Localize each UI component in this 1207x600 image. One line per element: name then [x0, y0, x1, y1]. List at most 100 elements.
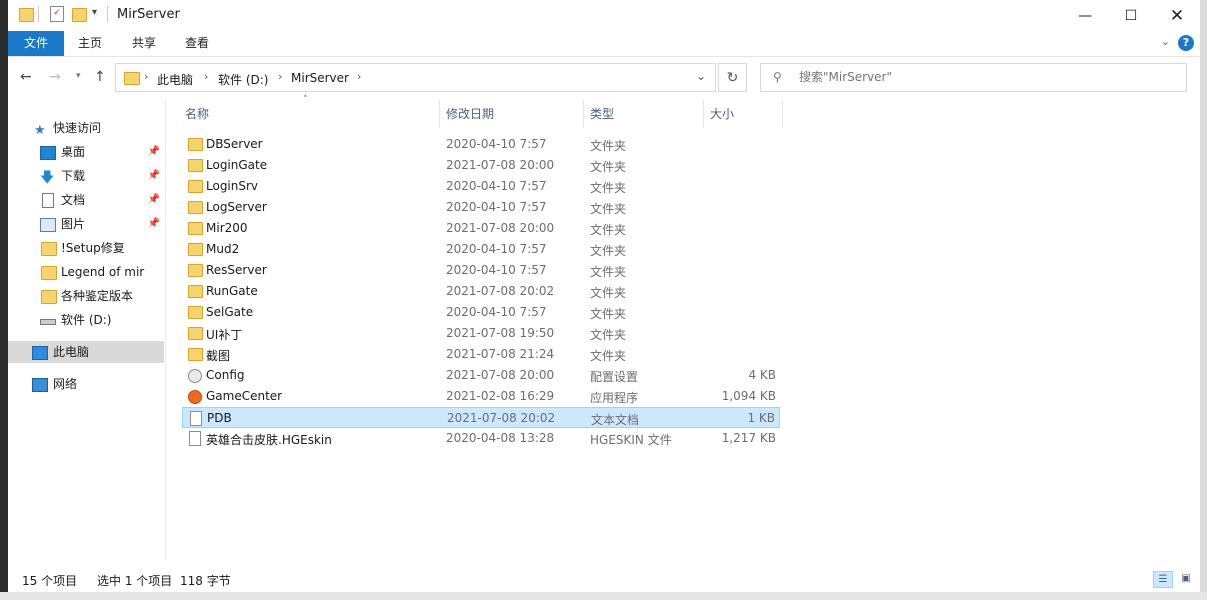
file-row[interactable]: Config 2021-07-08 20:00 配置设置 4 KB	[182, 365, 780, 386]
file-type: 配置设置	[590, 370, 639, 384]
file-row[interactable]: 英雄合击皮肤.HGEskin 2020-04-08 13:28 HGESKIN 文件…	[182, 428, 780, 449]
file-date: 2020-04-10 7:57	[446, 137, 547, 151]
folder-icon	[188, 348, 203, 361]
desktop-background-left	[0, 0, 8, 600]
file-row[interactable]: Mir200 2021-07-08 20:00 文件夹	[182, 218, 780, 239]
file-row[interactable]: Mud2 2020-04-10 7:57 文件夹	[182, 239, 780, 260]
file-type: 文件夹	[590, 265, 627, 279]
pin-icon[interactable]: 📌	[148, 213, 160, 235]
file-date: 2021-07-08 20:02	[447, 411, 556, 425]
file-row[interactable]: RunGate 2021-07-08 20:02 文件夹	[182, 281, 780, 302]
sidebar-item-setup[interactable]: !Setup修复	[8, 237, 164, 259]
chevron-right-icon[interactable]: ›	[357, 70, 361, 83]
pin-icon[interactable]: 📌	[148, 141, 160, 163]
sidebar-item-network[interactable]: 网络	[8, 373, 164, 395]
file-type: 文本文档	[591, 413, 640, 427]
refresh-button[interactable]: ↻	[718, 63, 747, 92]
sidebar-item-desktop[interactable]: 桌面 📌	[8, 141, 164, 163]
file-icon	[189, 431, 201, 446]
details-view-button[interactable]: ☰	[1153, 571, 1173, 588]
file-name: LoginGate	[206, 158, 268, 172]
column-header-date[interactable]: 修改日期	[446, 100, 494, 128]
desktop-background-right	[1200, 0, 1207, 600]
column-divider[interactable]	[583, 100, 584, 128]
sidebar-item-drive-d[interactable]: 软件 (D:)	[8, 309, 164, 331]
folder-icon	[188, 222, 203, 235]
chevron-right-icon[interactable]: ›	[204, 70, 208, 83]
tab-file[interactable]: 文件	[8, 31, 64, 56]
minimize-button[interactable]: —	[1062, 0, 1108, 31]
navigation-bar: ← → ▾ ↑ › 此电脑 › 软件 (D:) › MirServer › ⌄ …	[8, 57, 1200, 97]
sidebar-item-this-pc[interactable]: 此电脑	[8, 341, 164, 363]
chevron-right-icon[interactable]: ›	[278, 70, 282, 83]
file-type: 文件夹	[590, 328, 627, 342]
pin-icon[interactable]: 📌	[148, 165, 160, 187]
picture-icon	[40, 218, 56, 232]
help-button[interactable]: ?	[1178, 35, 1194, 51]
sidebar-item-label: 图片	[61, 217, 86, 231]
sidebar-item-label: 各种鉴定版本	[61, 289, 134, 303]
sidebar-item-pictures[interactable]: 图片 📌	[8, 213, 164, 235]
file-row[interactable]: LoginGate 2021-07-08 20:00 文件夹	[182, 155, 780, 176]
sidebar-item-documents[interactable]: 文档 📌	[8, 189, 164, 211]
tab-home[interactable]: 主页	[64, 31, 116, 56]
file-row[interactable]: PDB 2021-07-08 20:02 文本文档 1 KB	[182, 407, 780, 428]
file-row[interactable]: LogServer 2020-04-10 7:57 文件夹	[182, 197, 780, 218]
column-divider[interactable]	[703, 100, 704, 128]
column-header-name[interactable]: 名称	[185, 100, 209, 128]
chevron-right-icon[interactable]: ›	[144, 70, 148, 83]
up-icon[interactable]: ↑	[94, 69, 106, 85]
back-icon[interactable]: ←	[20, 69, 32, 85]
file-date: 2021-07-08 20:00	[446, 158, 555, 172]
tab-share[interactable]: 共享	[118, 31, 170, 56]
sidebar-item-legend-of-mir[interactable]: Legend of mir	[8, 261, 164, 283]
new-folder-icon[interactable]	[72, 8, 87, 22]
folder-icon	[41, 266, 57, 280]
file-type: 文件夹	[590, 307, 627, 321]
maximize-button[interactable]: ☐	[1108, 0, 1154, 31]
file-row[interactable]: SelGate 2020-04-10 7:57 文件夹	[182, 302, 780, 323]
large-icons-view-button[interactable]: ▣	[1176, 571, 1196, 588]
forward-icon[interactable]: →	[49, 69, 61, 85]
file-name: UI补丁	[206, 328, 243, 342]
file-type: 文件夹	[590, 202, 627, 216]
desktop-background-bottom	[0, 592, 1207, 600]
column-divider[interactable]	[782, 100, 783, 128]
close-button[interactable]: ✕	[1154, 0, 1200, 31]
file-name: 截图	[206, 349, 231, 363]
sidebar-item-label: 下载	[61, 169, 86, 183]
chevron-down-icon[interactable]: ⌄	[696, 69, 706, 83]
column-header-type[interactable]: 类型	[590, 100, 614, 128]
search-input[interactable]	[797, 69, 1171, 85]
sidebar-item-versions[interactable]: 各种鉴定版本	[8, 285, 164, 307]
address-bar[interactable]: › 此电脑 › 软件 (D:) › MirServer › ⌄	[115, 63, 716, 92]
sidebar-item-label: 文档	[61, 193, 86, 207]
breadcrumb-drive[interactable]: 软件 (D:)	[218, 71, 268, 88]
column-header-size[interactable]: 大小	[710, 100, 734, 128]
file-row[interactable]: LoginSrv 2020-04-10 7:57 文件夹	[182, 176, 780, 197]
search-box[interactable]: ⚲	[760, 63, 1187, 92]
sidebar-item-quick-access[interactable]: ★ 快速访问	[8, 117, 164, 139]
title-bar: ✓ ▾ MirServer — ☐ ✕	[8, 0, 1200, 31]
tab-view[interactable]: 查看	[171, 31, 223, 56]
column-divider[interactable]	[439, 100, 440, 128]
properties-icon[interactable]: ✓	[50, 6, 64, 22]
breadcrumb-this-pc[interactable]: 此电脑	[157, 71, 193, 88]
file-name: Config	[206, 368, 245, 382]
recent-locations-icon[interactable]: ▾	[76, 71, 81, 81]
file-row[interactable]: ResServer 2020-04-10 7:57 文件夹	[182, 260, 780, 281]
file-row[interactable]: GameCenter 2021-02-08 16:29 应用程序 1,094 KB	[182, 386, 780, 407]
document-icon	[42, 193, 54, 208]
file-row[interactable]: DBServer 2020-04-10 7:57 文件夹	[182, 134, 780, 155]
pin-icon[interactable]: 📌	[148, 189, 160, 211]
file-row[interactable]: UI补丁 2021-07-08 19:50 文件夹	[182, 323, 780, 344]
sidebar-item-downloads[interactable]: 🡇 下载 📌	[8, 165, 164, 187]
file-date: 2020-04-10 7:57	[446, 242, 547, 256]
expand-ribbon-icon[interactable]: ⌄	[1161, 35, 1170, 48]
file-row[interactable]: 截图 2021-07-08 21:24 文件夹	[182, 344, 780, 365]
file-type: HGESKIN 文件	[590, 433, 672, 447]
breadcrumb-mirserver[interactable]: MirServer	[291, 71, 349, 85]
config-icon	[188, 369, 202, 383]
customize-toolbar-icon[interactable]: ▾	[92, 7, 105, 19]
selected-count: 选中 1 个项目	[97, 574, 173, 588]
